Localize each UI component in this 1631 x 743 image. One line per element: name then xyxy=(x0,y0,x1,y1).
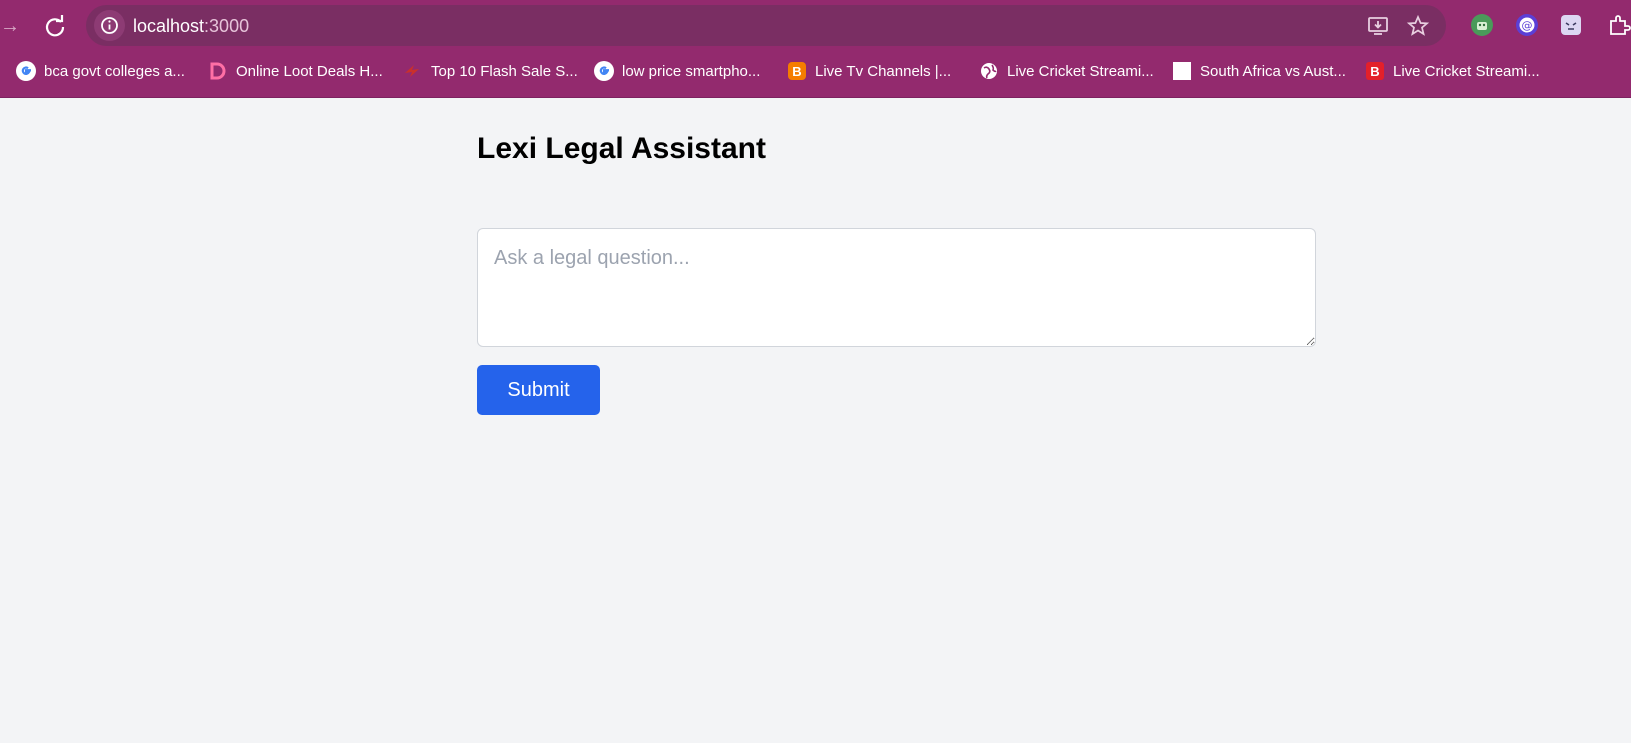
blogger-icon: B xyxy=(787,61,807,81)
svg-text:B: B xyxy=(1370,64,1379,79)
url-text[interactable]: localhost:3000 xyxy=(133,16,249,36)
bookmark-label: South Africa vs Aust... xyxy=(1200,62,1346,80)
url-host: localhost xyxy=(133,16,205,36)
bookmark-item[interactable]: Online Loot Deals H... xyxy=(208,58,383,84)
google-icon xyxy=(16,61,36,81)
legal-question-input[interactable] xyxy=(477,228,1316,347)
bookmark-label: Live Cricket Streami... xyxy=(1007,62,1154,80)
install-app-icon[interactable] xyxy=(1366,14,1390,38)
submit-button[interactable]: Submit xyxy=(477,365,600,415)
puzzle-extensions-icon[interactable] xyxy=(1607,13,1631,37)
bookmark-label: Online Loot Deals H... xyxy=(236,62,383,80)
page-title: Lexi Legal Assistant xyxy=(477,132,766,165)
bookmark-item[interactable]: South Africa vs Aust... xyxy=(1172,58,1346,84)
chrome-divider xyxy=(0,97,1631,98)
google-icon xyxy=(594,61,614,81)
url-port: :3000 xyxy=(204,16,250,36)
android-extension-icon[interactable] xyxy=(1470,13,1494,37)
bookmark-item[interactable]: B Live Tv Channels |... xyxy=(787,58,951,84)
bookmark-label: Live Cricket Streami... xyxy=(1393,62,1540,80)
flash-sale-icon xyxy=(403,61,423,81)
bookmark-label: bca govt colleges a... xyxy=(44,62,185,80)
face-extension-icon[interactable] xyxy=(1559,13,1583,37)
reload-icon[interactable] xyxy=(42,14,68,40)
svg-text:@: @ xyxy=(1522,19,1533,32)
svg-text:B: B xyxy=(792,64,801,79)
bookmark-item[interactable]: B Live Cricket Streami... xyxy=(1365,58,1540,84)
address-bar[interactable]: localhost:3000 xyxy=(86,5,1446,46)
bookmark-item[interactable]: Top 10 Flash Sale S... xyxy=(403,58,578,84)
bookmark-label: Top 10 Flash Sale S... xyxy=(431,62,578,80)
b-logo-icon: B xyxy=(1365,61,1385,81)
blank-page-icon xyxy=(1172,61,1192,81)
bookmark-star-icon[interactable] xyxy=(1406,14,1430,38)
d-logo-icon xyxy=(208,61,228,81)
bookmark-item[interactable]: low price smartpho... xyxy=(594,58,760,84)
bookmark-label: Live Tv Channels |... xyxy=(815,62,952,80)
browser-toolbar: → localhost:3000 @ bca govt colleges a..… xyxy=(0,0,1631,98)
forward-arrow-icon[interactable]: → xyxy=(0,15,20,37)
globe-icon xyxy=(979,61,999,81)
bookmarks-bar: bca govt colleges a... Online Loot Deals… xyxy=(0,58,1631,84)
at-sign-extension-icon[interactable]: @ xyxy=(1515,13,1539,37)
bookmark-label: low price smartpho... xyxy=(622,62,761,80)
site-info-icon[interactable] xyxy=(94,10,125,41)
bookmark-item[interactable]: bca govt colleges a... xyxy=(16,58,185,84)
bookmark-item[interactable]: Live Cricket Streami... xyxy=(979,58,1154,84)
